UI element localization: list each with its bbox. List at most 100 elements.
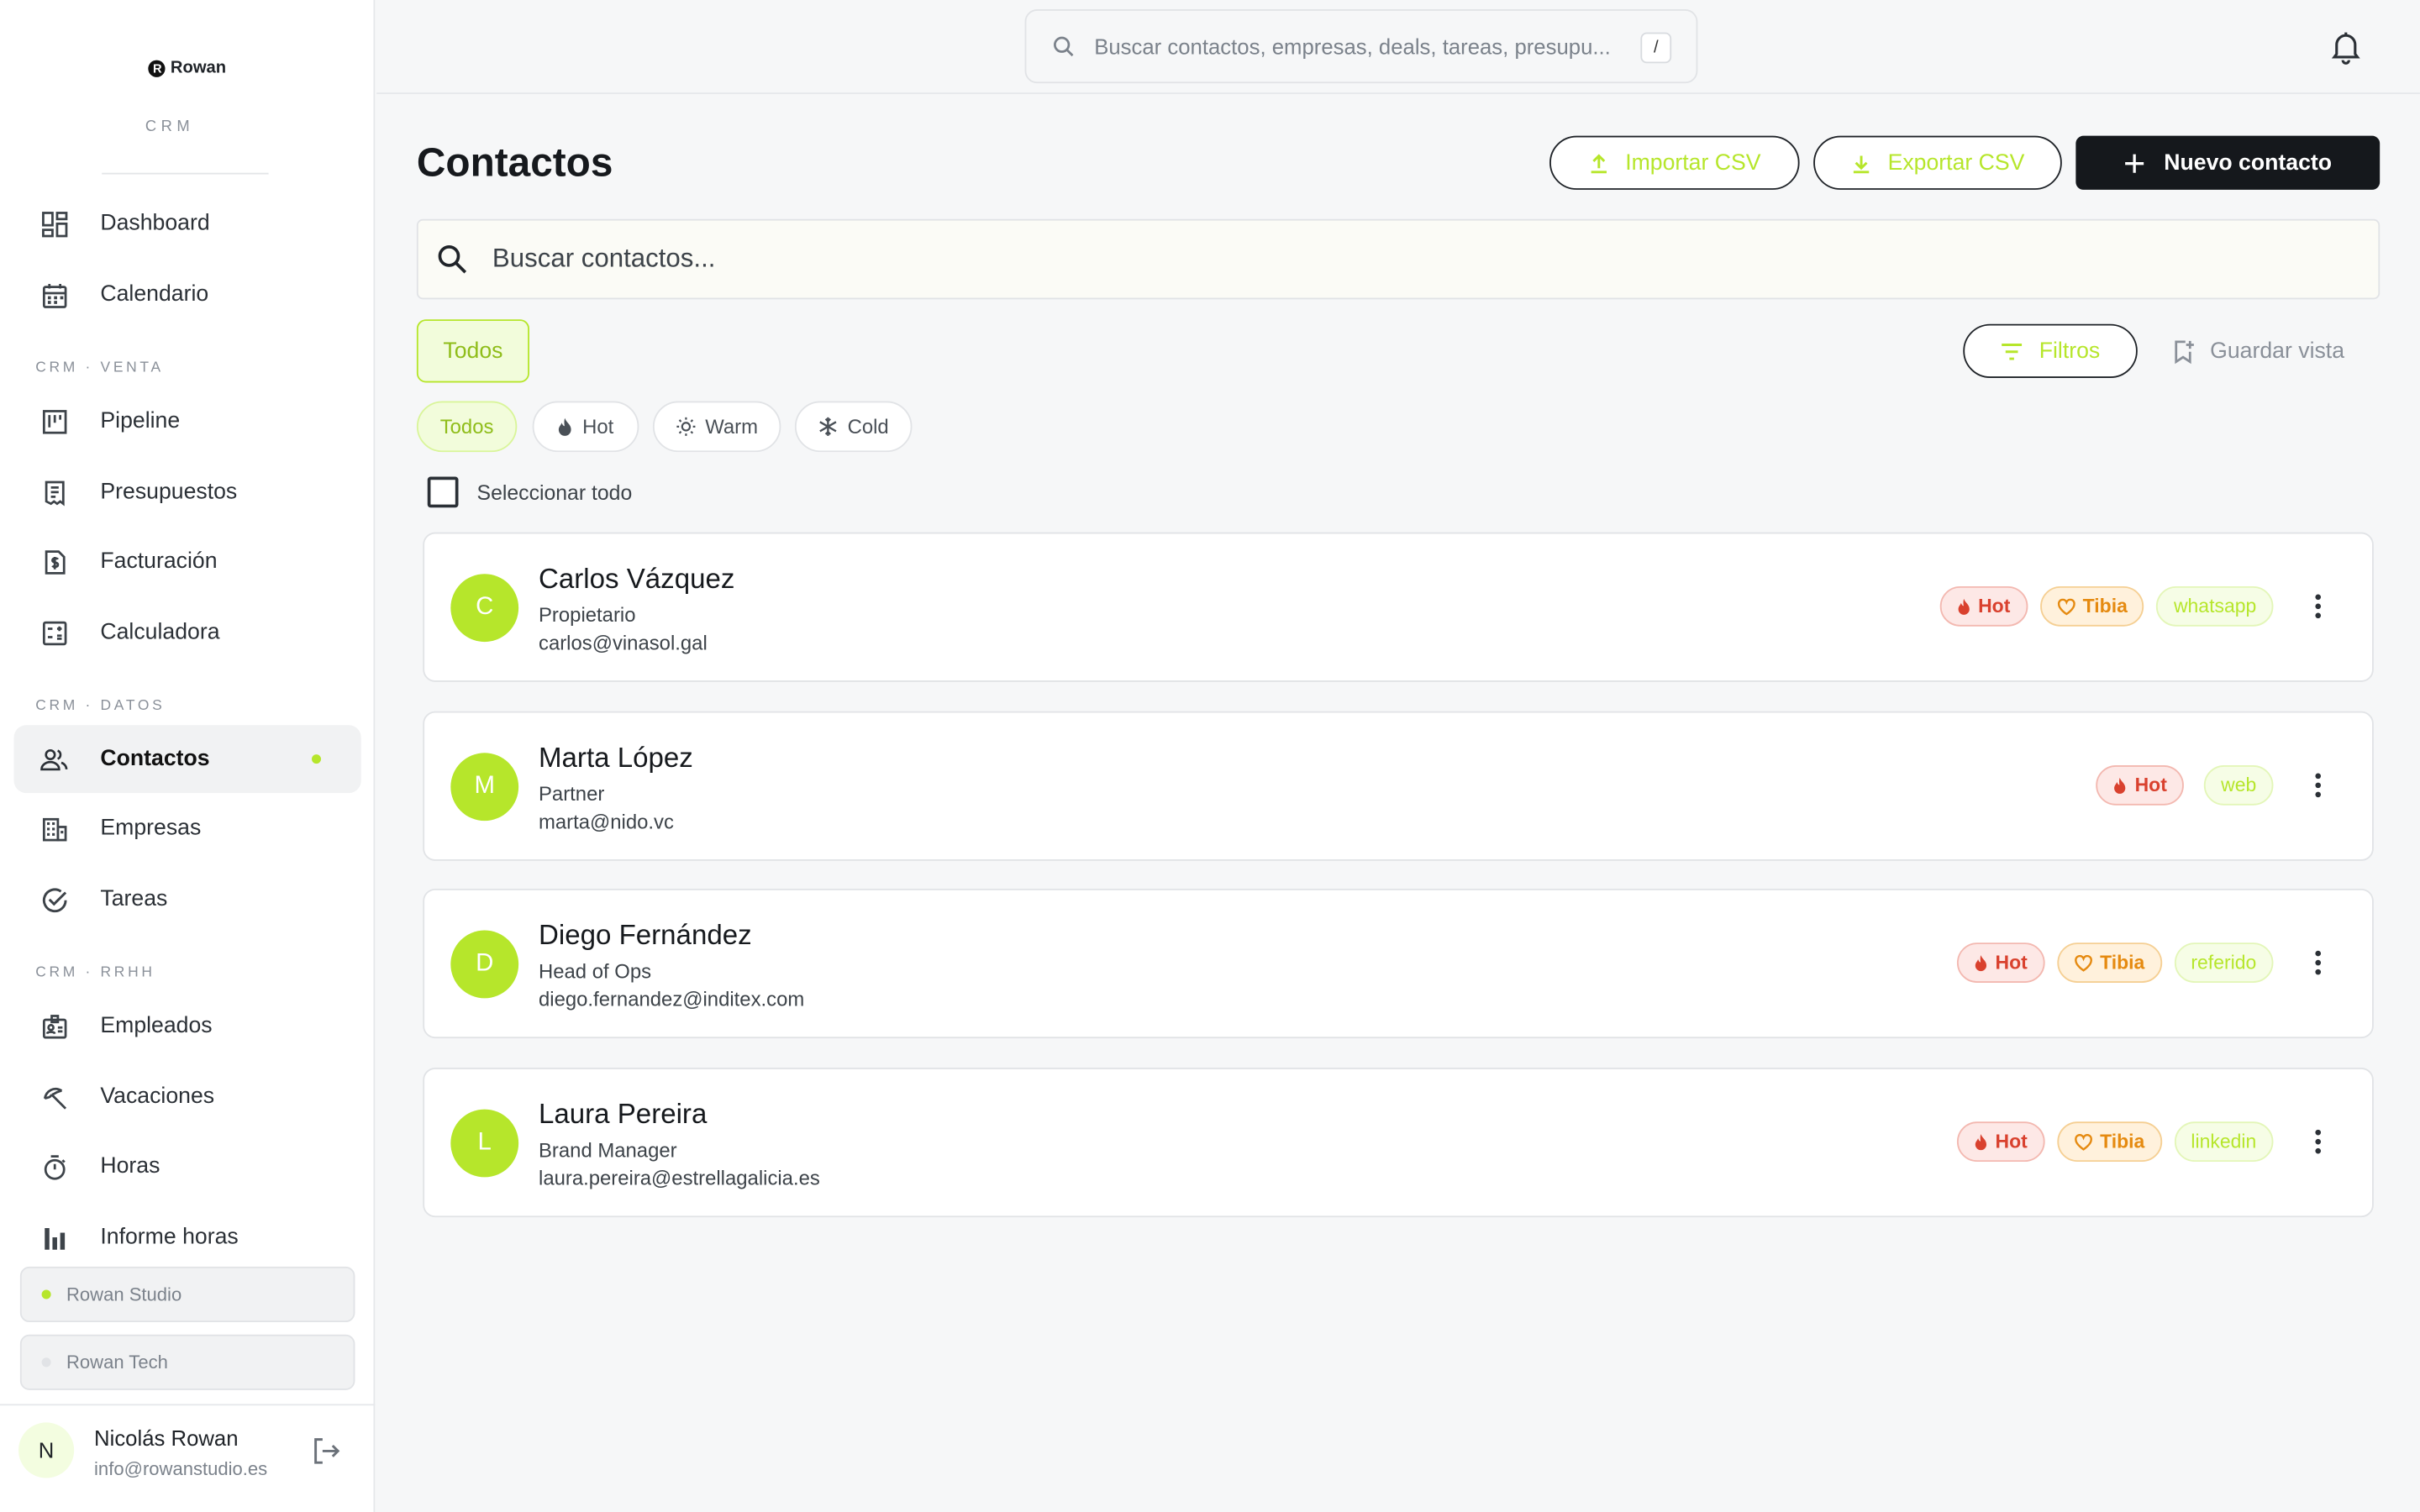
sidebar-item-empleados[interactable]: Empleados [14,992,361,1060]
flame-icon [1974,1133,1988,1150]
dashboard-icon [40,210,68,238]
sidebar-item-vacaciones[interactable]: Vacaciones [14,1063,361,1131]
nav-section-datos: CRM · DATOS [35,697,166,715]
contact-role: Propietario [539,603,636,627]
tag-label: Hot [2134,774,2167,796]
tag-tibia: Tibia [2039,585,2145,627]
tag-label: Tibia [2100,1131,2145,1153]
sidebar-item-label: Informe horas [100,1225,239,1250]
contact-card[interactable]: M Marta López Partner marta@nido.vc Hot … [423,711,2374,861]
contact-card[interactable]: D Diego Fernández Head of Ops diego.fern… [423,888,2374,1039]
contact-name[interactable]: Laura Pereira [539,1099,707,1131]
logout-icon[interactable] [310,1435,343,1475]
sidebar-item-horas[interactable]: Horas [14,1132,361,1200]
more-options-icon[interactable] [2313,771,2323,806]
contact-tags: Hot Tibia linkedin [1956,1121,2274,1163]
sidebar-item-label: Dashboard [100,211,210,237]
chip-todos[interactable]: Todos [416,401,518,453]
contact-role: Head of Ops [539,959,652,983]
sidebar-item-label: Presupuestos [100,480,238,505]
sidebar-item-empresas[interactable]: Empresas [14,795,361,863]
new-contact-button[interactable]: Nuevo contacto [2075,135,2381,190]
sidebar-item-label: Vacaciones [100,1084,215,1110]
download-icon [1851,152,1873,174]
sidebar-item-informe-horas[interactable]: Informe horas [14,1204,361,1272]
tag-source: web [2203,765,2274,806]
contact-name[interactable]: Marta López [539,742,693,774]
chip-warm[interactable]: Warm [652,401,781,453]
brand-logo[interactable]: R Rowan [0,59,375,77]
sidebar-item-presupuestos[interactable]: Presupuestos [14,458,361,526]
tag-label: Hot [1978,595,2011,617]
workspace-rowan-studio[interactable]: Rowan Studio [19,1266,355,1323]
save-view-button[interactable]: Guardar vista [2173,324,2344,378]
workspace-label: Rowan Studio [66,1284,182,1305]
heart-icon [2074,954,2092,971]
nav-section-rrhh: CRM · RRHH [35,963,155,982]
timer-icon [40,1152,68,1180]
global-search-input[interactable]: Buscar contactos, empresas, deals, tarea… [1024,9,1698,84]
chip-cold[interactable]: Cold [794,401,913,453]
contact-tags: Hot Tibia whatsapp [1939,585,2274,627]
receipt-icon [40,478,68,506]
badge-icon [40,1012,68,1040]
sidebar-item-label: Facturación [100,549,218,575]
nav-section-venta: CRM · VENTA [35,359,164,377]
contact-search-input[interactable]: Buscar contactos... [416,218,2381,300]
sidebar-item-pipeline[interactable]: Pipeline [14,387,361,455]
sidebar-item-dashboard[interactable]: Dashboard [14,190,361,258]
more-options-icon[interactable] [2313,949,2323,984]
contact-card[interactable]: L Laura Pereira Brand Manager laura.pere… [423,1067,2374,1218]
sidebar-item-calendario[interactable]: Calendario [14,260,361,328]
chip-label: Hot [582,415,614,438]
sidebar-item-label: Tareas [100,887,168,912]
invoice-icon [40,548,68,575]
tag-tibia: Tibia [2056,1121,2162,1163]
chip-label: Cold [847,415,889,438]
sidebar-item-contactos[interactable]: Contactos [13,725,361,794]
contact-search-placeholder: Buscar contactos... [492,244,716,274]
sidebar-item-label: Horas [100,1153,160,1179]
calendar-icon [40,281,68,308]
divider [102,172,269,175]
flame-icon [2113,776,2128,794]
sidebar-item-tareas[interactable]: Tareas [14,865,361,933]
tag-hot: Hot [2096,765,2185,806]
export-csv-button[interactable]: Exportar CSV [1813,135,2062,190]
sidebar-item-facturacion[interactable]: Facturación [14,528,361,596]
new-contact-label: Nuevo contacto [2164,150,2333,176]
tag-source: whatsapp [2156,585,2274,627]
contact-role: Brand Manager [539,1138,677,1163]
user-name: Nicolás Rowan [94,1425,239,1451]
filter-icon [2001,342,2024,360]
plus-icon [2124,152,2146,174]
contact-name[interactable]: Diego Fernández [539,920,752,953]
heart-icon [2056,597,2075,615]
snowflake-icon [818,417,839,437]
workspace-rowan-tech[interactable]: Rowan Tech [19,1334,355,1390]
flame-icon [1956,597,1970,615]
contact-avatar: D [450,930,519,999]
user-avatar[interactable]: N [18,1422,75,1478]
sidebar-item-calculadora[interactable]: Calculadora [14,599,361,667]
notifications-bell-icon[interactable] [2328,28,2365,72]
brand-subtitle: CRM [145,118,195,136]
contact-name[interactable]: Carlos Vázquez [539,563,734,596]
select-all-checkbox[interactable] [427,476,459,508]
workspace-status-dot [41,1357,51,1368]
sidebar-item-label: Empleados [100,1013,213,1039]
filters-button[interactable]: Filtros [1963,323,2138,378]
contact-card[interactable]: C Carlos Vázquez Propietario carlos@vina… [423,532,2374,682]
active-indicator-dot [312,754,322,764]
more-options-icon[interactable] [2313,592,2323,627]
chip-hot[interactable]: Hot [532,401,639,453]
pipeline-icon [40,407,68,435]
import-csv-button[interactable]: Importar CSV [1549,135,1800,190]
tab-todos[interactable]: Todos [416,319,529,383]
calculator-icon [40,619,68,647]
heart-icon [2074,1133,2092,1150]
contact-avatar: C [450,574,519,643]
more-options-icon[interactable] [2313,1128,2323,1163]
save-view-label: Guardar vista [2210,339,2345,364]
tag-hot: Hot [1956,1121,2044,1163]
